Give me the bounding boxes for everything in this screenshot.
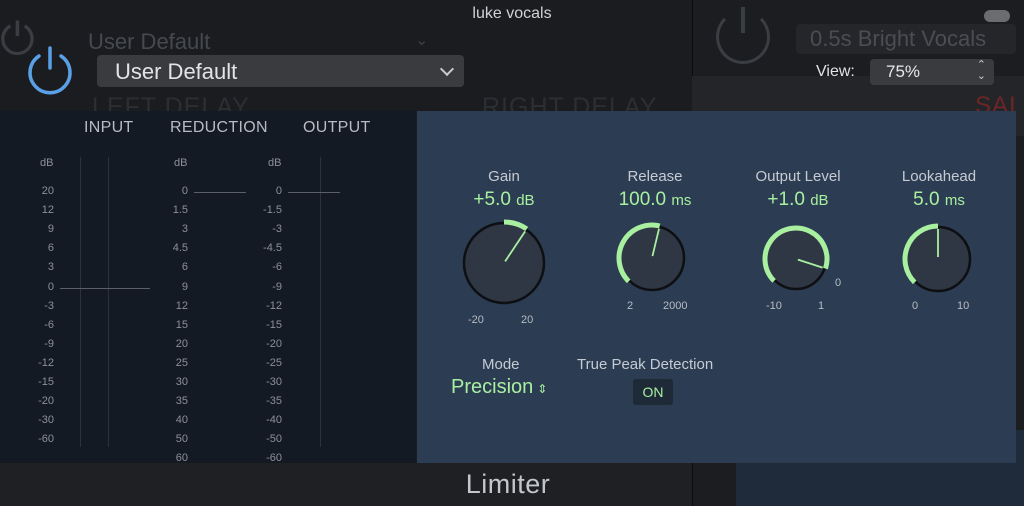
release-knob[interactable] (612, 218, 692, 298)
meter-tick-label: -12 (38, 356, 54, 369)
up-down-arrows-icon: ⇕ (537, 382, 548, 396)
meter-tick-label: -35 (266, 395, 282, 408)
meter-tick-label: -30 (266, 376, 282, 388)
meter-tick-label: -20 (38, 395, 54, 408)
release-min: 2 (627, 300, 634, 312)
meter-unit-label: dB (268, 157, 282, 169)
meter-tick-label: 30 (175, 376, 188, 388)
lookahead-min: 0 (912, 300, 919, 312)
meter-tick-label: 6 (181, 261, 188, 274)
background-chevron-icon: ⌄ (415, 32, 429, 49)
background-preset-label: User Default (88, 29, 211, 54)
output-level-min: -10 (766, 300, 782, 312)
meter-tick-label: 9 (47, 223, 54, 236)
true-peak-title: True Peak Detection (577, 356, 714, 373)
meter-tick-label: -12 (266, 299, 282, 312)
release-title: Release (627, 168, 683, 185)
meter-unit-label: dB (174, 157, 188, 169)
meter-tick-label: 9 (181, 280, 188, 293)
meter-tick-label: -9 (272, 280, 282, 293)
view-zoom-select[interactable]: 75% ⌃ ⌄ (870, 59, 994, 85)
meter-tick-label: 15 (175, 318, 188, 331)
meter-heading-reduction: REDUCTION (170, 119, 268, 136)
up-down-arrows-icon: ⌃ ⌄ (976, 59, 986, 82)
meter-heading-input: INPUT (84, 119, 134, 136)
mode-title: Mode (482, 356, 520, 373)
power-icon[interactable] (24, 44, 76, 96)
plugin-name: Limiter (465, 469, 551, 499)
meter-zero-line (194, 192, 246, 193)
chevron-down-icon (439, 61, 455, 77)
gain-max: 20 (521, 314, 534, 326)
meter-tick-label: 4.5 (172, 242, 188, 255)
gain-min: -20 (468, 314, 484, 326)
meter-tick-label: -25 (266, 356, 282, 369)
meter-tick-label: -3 (272, 223, 282, 236)
lookahead-knob[interactable] (898, 219, 978, 299)
meter-tick-label: -3 (44, 299, 54, 312)
meter-tick-label: -60 (38, 433, 54, 446)
meter-zero-line (60, 287, 150, 289)
meter-tick-label: 12 (175, 299, 188, 312)
preset-dropdown[interactable]: User Default (97, 55, 464, 87)
footer: Limiter (0, 463, 692, 506)
meter-tick-label: 35 (175, 395, 188, 408)
window-title: luke vocals (472, 5, 552, 22)
meter-tick-label: 12 (41, 204, 54, 217)
gain-value: +5.0 dB (473, 189, 535, 210)
meter-tick-label: 50 (175, 433, 188, 446)
view-zoom-value: 75% (886, 62, 921, 81)
meter-tick-label: -30 (38, 414, 54, 427)
meter-tick-label: 6 (47, 242, 54, 255)
preset-label: User Default (115, 59, 238, 84)
meter-zero-line (288, 192, 340, 193)
meter-tick-label: 20 (41, 185, 54, 197)
output-level-mid: 0 (835, 277, 842, 289)
lookahead-max: 10 (957, 300, 970, 312)
meter-tick-label: 3 (181, 223, 188, 236)
gain-knob[interactable] (456, 215, 552, 311)
mode-value: Precision (451, 376, 534, 398)
meter-tick-label: 20 (175, 337, 188, 350)
meters-panel: INPUT REDUCTION OUTPUT dB 20 12 9 6 3 0 -3 -6 -9-… (0, 111, 416, 464)
meter-tick-label: -1.5 (263, 204, 282, 217)
meter-tick-label: 40 (175, 414, 188, 427)
lookahead-title: Lookahead (901, 168, 977, 185)
lookahead-value: 5.0 ms (913, 189, 965, 210)
meter-track (108, 157, 109, 447)
release-max: 2000 (663, 300, 688, 312)
meter-tick-label: 25 (175, 356, 188, 369)
meter-track (320, 157, 321, 447)
meter-tick-label: -4.5 (263, 242, 282, 255)
release-value: 100.0 ms (618, 189, 692, 210)
output-level-max: 1 (818, 300, 825, 312)
gain-title: Gain (488, 168, 520, 185)
meter-tick-label: 0 (275, 185, 282, 197)
output-level-knob[interactable] (758, 221, 834, 297)
output-level-value: +1.0 dB (767, 189, 829, 210)
meter-tick-label: -20 (266, 337, 282, 350)
meter-tick-label: -9 (44, 337, 54, 350)
meter-track (80, 157, 81, 447)
meter-tick-label: -15 (38, 376, 54, 388)
meter-tick-label: -40 (266, 414, 282, 427)
output-level-title: Output Level (755, 168, 841, 185)
background-preset-right: 0.5s Bright Vocals (796, 24, 1016, 54)
meter-tick-label: -6 (44, 318, 54, 331)
meter-tick-label: 0 (47, 280, 54, 293)
meter-unit-label: dB (40, 157, 54, 169)
mode-select[interactable]: Precision ⇕ (451, 376, 547, 399)
meter-tick-label: -6 (272, 261, 282, 274)
meter-tick-label: 3 (47, 261, 54, 274)
true-peak-toggle[interactable]: ON (633, 379, 673, 405)
meter-tick-label: 0 (181, 185, 188, 197)
meter-tick-label: -50 (266, 433, 282, 446)
meter-tick-label: -15 (266, 318, 282, 331)
view-label: View: (816, 63, 855, 80)
limiter-controls-panel: Gain +5.0 dB -20 20 Release 100.0 ms 2 2… (417, 111, 1016, 463)
meter-heading-output: OUTPUT (303, 119, 371, 136)
meter-tick-label: 1.5 (172, 204, 188, 217)
